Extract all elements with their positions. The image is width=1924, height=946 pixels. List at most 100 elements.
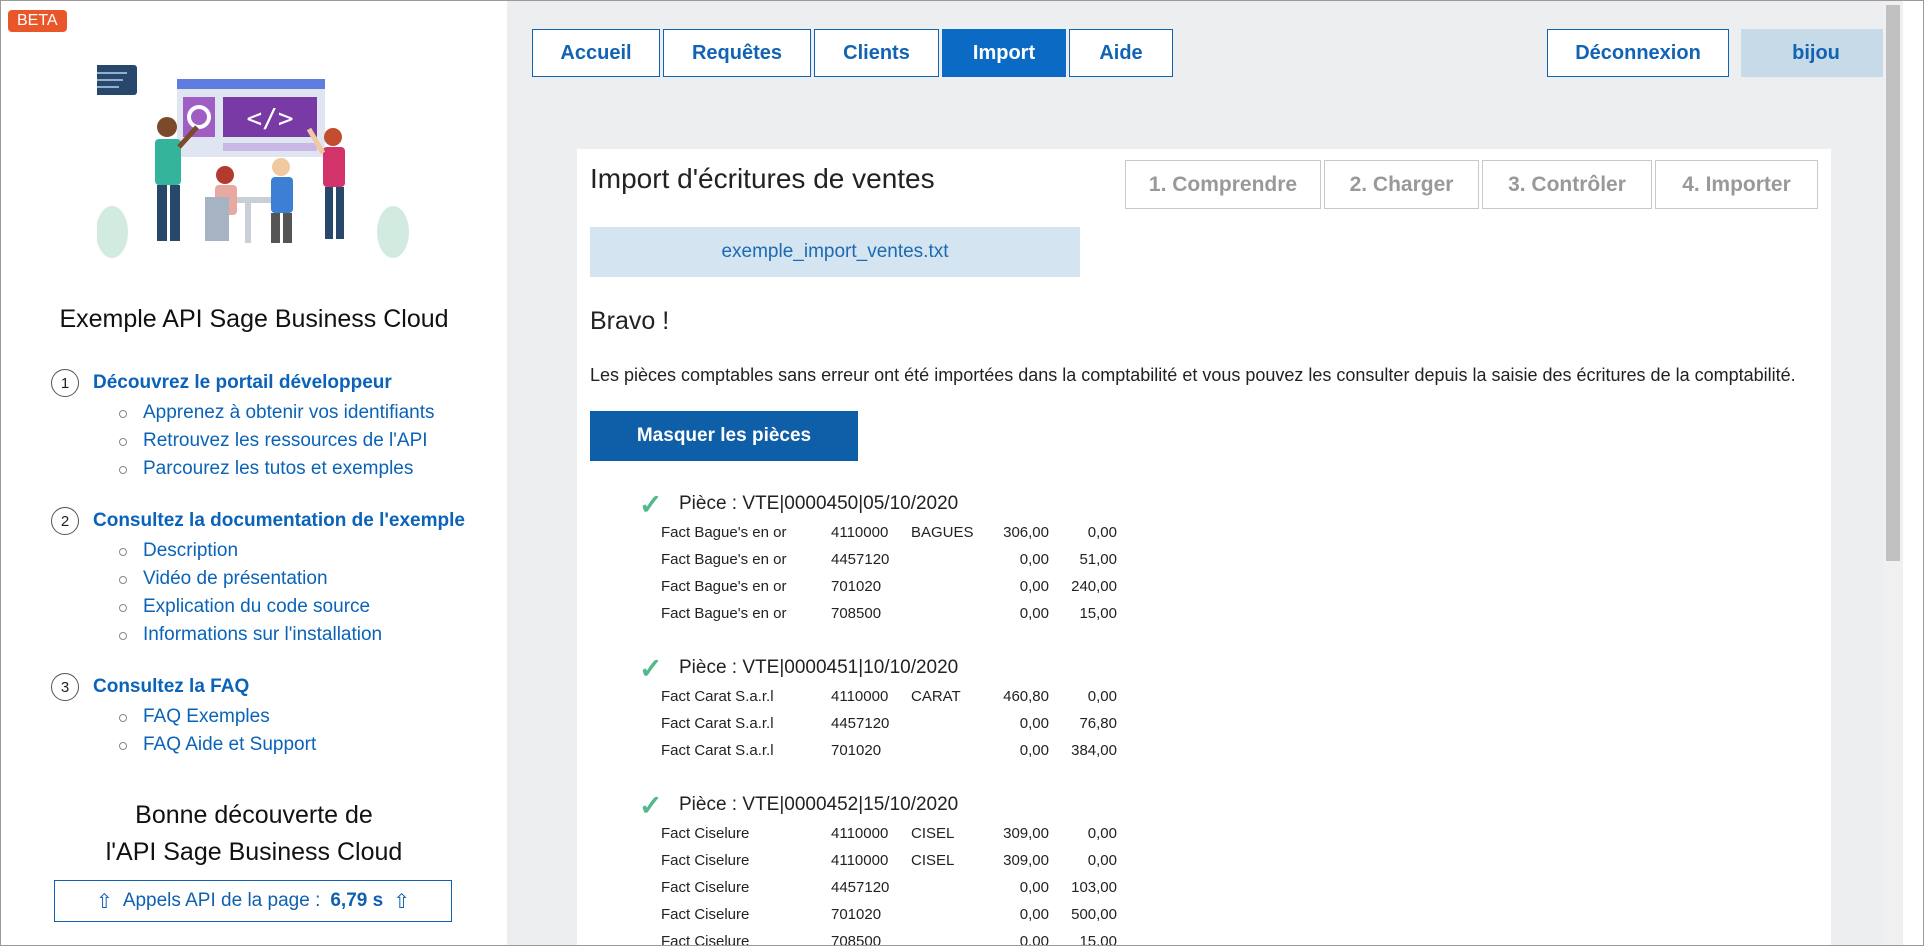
piece-title: Pièce : VTE|0000451|10/10/2020	[679, 657, 959, 678]
table-row: Fact Bague's en or 4457120 0,00 51,00	[661, 546, 1117, 573]
line-debit: 306,00	[1003, 524, 1049, 541]
api-calls-button[interactable]: ⇧ Appels API de la page : 6,79 s ⇧	[54, 880, 452, 922]
line-credit: 0,00	[1087, 524, 1117, 541]
link-faq-support[interactable]: FAQ Aide et Support	[119, 731, 491, 759]
table-row: Fact Carat S.a.r.l 4457120 0,00 76,80	[661, 710, 1117, 737]
line-account: 708500	[831, 933, 882, 945]
line-auxiliary: CISEL	[911, 852, 955, 869]
line-account: 708500	[831, 605, 882, 622]
piece: ✓ Pièce : VTE|0000451|10/10/2020 Fact Cara…	[639, 653, 1117, 764]
step-link-faq[interactable]: Consultez la FAQ	[93, 676, 249, 698]
line-credit: 15,00	[1079, 605, 1117, 622]
success-heading: Bravo !	[590, 307, 670, 335]
step-link-portal[interactable]: Découvrez le portail développeur	[93, 372, 392, 394]
browser-frame: BETA </> Exemple API Sage Business Cloud…	[0, 0, 1924, 946]
line-label: Fact Bague's en or	[661, 578, 787, 595]
arrow-up-icon: ⇧	[393, 890, 410, 913]
line-credit: 15,00	[1079, 933, 1117, 945]
nav-accueil[interactable]: Accueil	[532, 29, 660, 77]
link-video[interactable]: Vidéo de présentation	[119, 565, 491, 593]
table-row: Fact Ciselure 708500 0,00 15,00	[661, 928, 1117, 945]
logout-button[interactable]: Déconnexion	[1547, 29, 1729, 77]
line-auxiliary	[911, 573, 981, 600]
check-icon: ✓	[639, 789, 663, 821]
user-button[interactable]: bijou	[1741, 29, 1891, 77]
hide-pieces-button[interactable]: Masquer les pièces	[590, 411, 858, 461]
wizard-step-comprendre[interactable]: 1. Comprendre	[1125, 160, 1321, 209]
file-name: exemple_import_ventes.txt	[590, 227, 1080, 277]
line-credit: 0,00	[1087, 825, 1117, 842]
piece-lines-table: Fact Ciselure 4110000 CISEL 309,00 0,00 Fact …	[661, 820, 1117, 945]
line-account: 4110000	[831, 852, 889, 869]
nav-requetes[interactable]: Requêtes	[663, 29, 811, 77]
line-credit: 240,00	[1071, 578, 1117, 595]
line-debit: 0,00	[1019, 742, 1049, 759]
link-identifiants[interactable]: Apprenez à obtenir vos identifiants	[119, 399, 491, 427]
link-description[interactable]: Description	[119, 537, 491, 565]
line-credit: 76,80	[1079, 715, 1117, 732]
table-row: Fact Ciselure 701020 0,00 500,00	[661, 901, 1117, 928]
line-account: 701020	[831, 742, 882, 759]
piece-title: Pièce : VTE|0000450|05/10/2020	[679, 493, 959, 514]
piece-lines-table: Fact Carat S.a.r.l 4110000 CARAT 460,80 0,00…	[661, 683, 1117, 764]
step-3: 3 Consultez la FAQ FAQ Exemples FAQ Aide…	[51, 671, 491, 759]
line-auxiliary: BAGUES	[911, 524, 974, 541]
table-row: Fact Ciselure 4110000 CISEL 309,00 0,00	[661, 820, 1117, 847]
line-label: Fact Ciselure	[661, 933, 750, 945]
table-row: Fact Ciselure 4110000 CISEL 309,00 0,00	[661, 847, 1117, 874]
wizard-steps: 1. Comprendre 2. Charger 3. Contrôler 4.…	[1125, 160, 1818, 209]
wizard-step-controler[interactable]: 3. Contrôler	[1482, 160, 1652, 209]
line-debit: 0,00	[1019, 715, 1049, 732]
nav-aide[interactable]: Aide	[1069, 29, 1173, 77]
link-installation[interactable]: Informations sur l'installation	[119, 621, 491, 649]
line-account: 701020	[831, 906, 882, 923]
closing-line-1: Bonne découverte de	[135, 801, 373, 829]
scrollbar-thumb[interactable]	[1886, 5, 1900, 561]
line-account: 4110000	[831, 688, 889, 705]
line-auxiliary	[911, 928, 981, 945]
line-auxiliary	[911, 710, 981, 737]
line-credit: 0,00	[1087, 688, 1117, 705]
line-label: Fact Ciselure	[661, 825, 750, 842]
api-calls-label: Appels API de la page :	[122, 890, 321, 911]
line-debit: 0,00	[1019, 578, 1049, 595]
line-label: Fact Ciselure	[661, 852, 750, 869]
line-auxiliary	[911, 874, 981, 901]
line-auxiliary	[911, 600, 981, 627]
piece-title: Pièce : VTE|0000452|15/10/2020	[679, 794, 959, 815]
step-2: 2 Consultez la documentation de l'exempl…	[51, 505, 491, 649]
scrollbar[interactable]	[1883, 1, 1903, 945]
table-row: Fact Bague's en or 708500 0,00 15,00	[661, 600, 1117, 627]
wizard-step-charger[interactable]: 2. Charger	[1324, 160, 1479, 209]
developers-illustration: </>	[97, 65, 409, 258]
line-account: 4110000	[831, 825, 889, 842]
steps-list: 1 Découvrez le portail développeur Appre…	[51, 367, 491, 759]
line-auxiliary	[911, 737, 981, 764]
line-credit: 384,00	[1071, 742, 1117, 759]
link-ressources-api[interactable]: Retrouvez les ressources de l'API	[119, 427, 491, 455]
nav-import[interactable]: Import	[942, 29, 1066, 77]
page-title: Import d'écritures de ventes	[590, 163, 935, 194]
line-label: Fact Ciselure	[661, 906, 750, 923]
step-link-documentation[interactable]: Consultez la documentation de l'exemple	[93, 510, 465, 532]
closing-text: Bonne découverte de l'API Sage Business …	[1, 797, 507, 871]
step-1: 1 Découvrez le portail développeur Appre…	[51, 367, 491, 483]
link-tutos-exemples[interactable]: Parcourez les tutos et exemples	[119, 455, 491, 483]
wizard-step-importer[interactable]: 4. Importer	[1655, 160, 1818, 209]
line-auxiliary	[911, 546, 981, 573]
link-code-source[interactable]: Explication du code source	[119, 593, 491, 621]
line-label: Fact Bague's en or	[661, 551, 787, 568]
link-faq-exemples[interactable]: FAQ Exemples	[119, 703, 491, 731]
line-debit: 0,00	[1019, 605, 1049, 622]
line-auxiliary: CISEL	[911, 825, 955, 842]
line-debit: 0,00	[1019, 933, 1049, 945]
line-account: 4457120	[831, 715, 890, 732]
nav-clients[interactable]: Clients	[814, 29, 939, 77]
top-nav: Accueil Requêtes Clients Import Aide	[532, 29, 1173, 77]
line-account: 4110000	[831, 524, 889, 541]
line-credit: 0,00	[1087, 852, 1117, 869]
line-debit: 0,00	[1019, 906, 1049, 923]
main-area: Accueil Requêtes Clients Import Aide Déc…	[507, 1, 1903, 945]
table-row: Fact Bague's en or 4110000 BAGUES 306,00 0,0…	[661, 519, 1117, 546]
step-number: 1	[51, 369, 79, 397]
